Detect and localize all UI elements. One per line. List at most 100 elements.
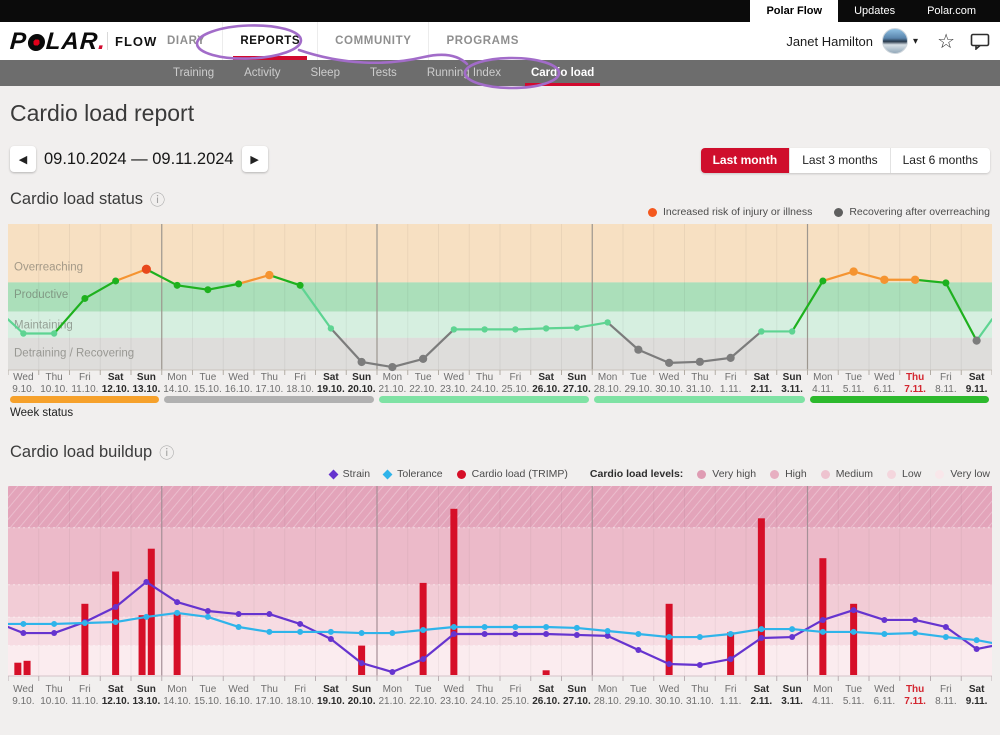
axis-day-label: Tue15.10. [193,684,224,707]
axis-day-label: Wed30.10. [654,684,685,707]
polar-logo[interactable]: PLAR. [9,28,107,56]
last-6-months-button[interactable]: Last 6 months [890,148,990,173]
legend-item: Strain [330,468,370,480]
status-legend: Increased risk of injury or illness Recov… [648,206,990,218]
buildup-section-heading: Cardio load buildup ⓘ [10,442,174,463]
last-month-button[interactable]: Last month [701,148,790,173]
axis-day-label: Sat19.10. [316,684,347,707]
range-button-group: Last monthLast 3 monthsLast 6 months [701,148,990,173]
axis-day-label: Mon14.10. [162,684,193,707]
topbar-tabs: Polar FlowUpdatesPolar.com [750,0,992,22]
legend-item: Increased risk of injury or illness [648,206,812,218]
axis-day-label: Tue29.10. [623,684,654,707]
nav-item-community[interactable]: COMMUNITY [317,22,428,60]
topbar-tab-updates[interactable]: Updates [838,0,911,22]
legend-dot-icon [834,208,843,217]
nav-item-reports[interactable]: REPORTS [222,22,317,60]
axis-day-label: Wed6.11. [869,684,900,707]
legend-dot-icon [821,470,830,479]
axis-day-label: Mon21.10. [377,684,408,707]
legend-item: High [770,468,807,480]
axis-day-label: Wed6.11. [869,372,900,395]
svg-text:Productive: Productive [14,289,68,301]
logo-text: LAR [45,28,99,56]
axis-day-label: Tue5.11. [838,684,869,707]
status-chart-axis: Wed9.10.Thu10.10.Fri11.10.Sat12.10.Sun13… [8,372,992,395]
favorite-star-icon[interactable]: ☆ [937,29,955,54]
header-right: Janet Hamilton ▾ ☆ [786,22,990,60]
legend-item: Low [887,468,921,480]
buildup-legend: StrainToleranceCardio load (TRIMP)Cardio… [330,468,990,480]
subnav-item-tests[interactable]: Tests [355,60,412,86]
axis-day-label: Mon4.11. [808,372,839,395]
axis-day-label: Sun27.10. [562,684,593,707]
axis-day-label: Tue29.10. [623,372,654,395]
cardio-load-status-chart[interactable]: OverreachingProductiveMaintainingDetrain… [8,224,992,376]
week-status-segment [810,396,990,403]
legend-dot-icon [770,470,779,479]
axis-day-label: Fri8.11. [931,684,962,707]
axis-day-label: Sun3.11. [777,684,808,707]
axis-day-label: Mon28.10. [592,684,623,707]
svg-text:Detraining / Recovering: Detraining / Recovering [14,347,134,359]
info-icon[interactable]: ⓘ [159,442,174,463]
axis-day-label: Sun20.10. [346,684,377,707]
status-section-heading: Cardio load status ⓘ [10,189,165,210]
legend-marker-icon [328,469,338,479]
user-name[interactable]: Janet Hamilton [786,34,873,49]
topbar: Polar FlowUpdatesPolar.com [0,0,1000,22]
axis-day-label: Tue5.11. [838,372,869,395]
axis-day-label: Mon4.11. [808,684,839,707]
axis-day-label: Thu17.10. [254,684,285,707]
axis-day-label: Fri25.10. [500,372,531,395]
polar-flow-app: Polar FlowUpdatesPolar.com PLAR. FLOW DI… [0,0,1000,735]
nav-item-programs[interactable]: PROGRAMS [428,22,536,60]
topbar-tab-polar-flow[interactable]: Polar Flow [750,0,838,22]
info-icon[interactable]: ⓘ [150,189,165,210]
axis-day-label: Sat2.11. [746,372,777,395]
axis-day-label: Fri1.11. [715,684,746,707]
main-nav: DIARYREPORTSCOMMUNITYPROGRAMS [150,22,536,60]
axis-day-label: Tue22.10. [408,372,439,395]
axis-day-label: Wed23.10. [439,372,470,395]
subnav-item-training[interactable]: Training [158,60,229,86]
logo-text: P [9,28,28,56]
week-status-segment [10,396,159,403]
axis-day-label: Wed16.10. [223,684,254,707]
axis-day-label: Tue22.10. [408,684,439,707]
legend-item: Cardio load (TRIMP) [457,468,568,480]
axis-day-label: Sun13.10. [131,372,162,395]
buildup-chart-axis: Wed9.10.Thu10.10.Fri11.10.Sat12.10.Sun13… [8,684,992,707]
axis-day-label: Thu10.10. [39,684,70,707]
legend-dot-icon [457,470,466,479]
subnav-item-running-index[interactable]: Running Index [412,60,516,86]
legend-dot-icon [697,470,706,479]
date-navigation: ◀ 09.10.2024 — 09.11.2024 ▶ [10,146,268,172]
subnav-item-cardio-load[interactable]: Cardio load [516,60,609,86]
axis-day-label: Sun13.10. [131,684,162,707]
axis-day-label: Fri18.10. [285,372,316,395]
avatar[interactable] [882,28,908,54]
axis-day-label: Wed23.10. [439,684,470,707]
axis-day-label: Tue15.10. [193,372,224,395]
week-status-segment [379,396,589,403]
axis-day-label: Sun20.10. [346,372,377,395]
subnav-item-sleep[interactable]: Sleep [296,60,355,86]
topbar-tab-polar-com[interactable]: Polar.com [911,0,992,22]
subnav-item-activity[interactable]: Activity [229,60,295,86]
axis-day-label: Sat26.10. [531,684,562,707]
nav-item-diary[interactable]: DIARY [150,22,222,60]
axis-day-label: Fri11.10. [70,684,101,707]
legend-item: Recovering after overreaching [834,206,990,218]
cardio-load-levels-label: Cardio load levels: [590,468,683,480]
axis-day-label: Mon14.10. [162,372,193,395]
axis-day-label: Sat19.10. [316,372,347,395]
chevron-down-icon[interactable]: ▾ [913,36,918,47]
cardio-load-buildup-chart[interactable] [8,486,992,684]
next-period-button[interactable]: ▶ [242,146,268,172]
axis-day-label: Wed9.10. [8,372,39,395]
page-title: Cardio load report [10,100,194,127]
feedback-chat-icon[interactable] [970,33,990,50]
last-3-months-button[interactable]: Last 3 months [789,148,889,173]
prev-period-button[interactable]: ◀ [10,146,36,172]
